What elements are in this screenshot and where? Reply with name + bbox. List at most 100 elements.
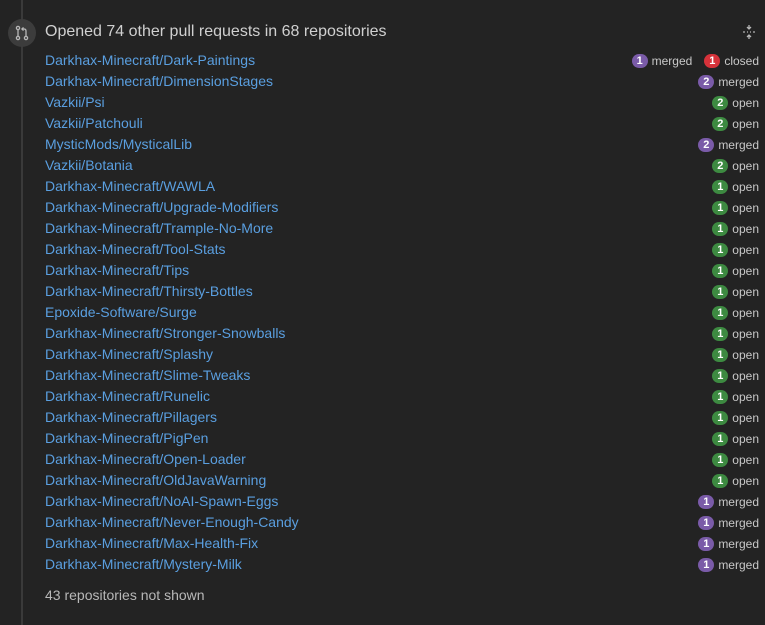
pr-state-group: 1 open: [700, 410, 759, 425]
pr-state-open: 1 open: [712, 221, 759, 236]
pr-state-open: 1 open: [712, 431, 759, 446]
hidden-repositories-note: 43 repositories not shown: [45, 587, 205, 603]
repository-link[interactable]: Darkhax-Minecraft/Open-Loader: [45, 449, 246, 470]
pr-count-badge: 2: [698, 137, 715, 152]
repository-link[interactable]: Darkhax-Minecraft/Splashy: [45, 344, 213, 365]
repository-link[interactable]: Epoxide-Software/Surge: [45, 302, 197, 323]
pr-state-label: open: [732, 473, 759, 488]
pr-count-badge: 1: [704, 53, 721, 68]
pr-state-group: 2 merged: [686, 137, 759, 152]
list-item: Darkhax-Minecraft/OldJavaWarning 1 open: [45, 470, 759, 491]
pr-state-open: 1 open: [712, 389, 759, 404]
pr-state-open: 1 open: [712, 179, 759, 194]
pr-state-label: open: [732, 284, 759, 299]
repository-link[interactable]: MysticMods/MysticalLib: [45, 134, 192, 155]
pr-state-group: 1 open: [700, 179, 759, 194]
repository-link[interactable]: Darkhax-Minecraft/Tool-Stats: [45, 239, 226, 260]
pr-count-badge: 1: [712, 305, 729, 320]
pr-state-label: merged: [718, 494, 759, 509]
pr-count-badge: 2: [712, 116, 729, 131]
pr-state-open: 1 open: [712, 410, 759, 425]
list-item: Darkhax-Minecraft/Pillagers 1 open: [45, 407, 759, 428]
pr-state-group: 1 open: [700, 305, 759, 320]
pr-state-label: merged: [651, 53, 693, 68]
pr-state-label: merged: [718, 74, 759, 89]
pr-state-group: 1 open: [700, 263, 759, 278]
pr-count-badge: 1: [712, 326, 729, 341]
pr-state-label: open: [732, 179, 759, 194]
repository-link[interactable]: Darkhax-Minecraft/WAWLA: [45, 176, 215, 197]
list-item: Vazkii/Psi 2 open: [45, 92, 759, 113]
pr-state-open: 1 open: [712, 368, 759, 383]
repository-link[interactable]: Darkhax-Minecraft/OldJavaWarning: [45, 470, 266, 491]
pr-state-group: 2 open: [700, 158, 759, 173]
pr-count-badge: 2: [712, 158, 729, 173]
list-item: Darkhax-Minecraft/DimensionStages 2 merged: [45, 71, 759, 92]
list-item: Darkhax-Minecraft/Trample-No-More 1 open: [45, 218, 759, 239]
pr-state-label: open: [732, 263, 759, 278]
pr-state-label: open: [732, 242, 759, 257]
pr-state-open: 1 open: [712, 347, 759, 362]
repository-link[interactable]: Darkhax-Minecraft/Mystery-Milk: [45, 554, 242, 575]
repository-list: Darkhax-Minecraft/Dark-Paintings 1 merged 1…: [45, 50, 759, 575]
pr-state-label: merged: [718, 557, 759, 572]
pr-state-open: 1 open: [712, 263, 759, 278]
pr-count-badge: 1: [712, 410, 729, 425]
activity-header-title: Opened 74 other pull requests in 68 repo…: [45, 23, 387, 40]
pr-state-label: open: [732, 116, 759, 131]
list-item: Darkhax-Minecraft/Never-Enough-Candy 1 mer…: [45, 512, 759, 533]
pr-state-closed: 1 closed: [704, 53, 759, 68]
list-item: Darkhax-Minecraft/NoAI-Spawn-Eggs 1 merged: [45, 491, 759, 512]
list-item: Darkhax-Minecraft/Stronger-Snowballs 1 ope…: [45, 323, 759, 344]
repository-link[interactable]: Darkhax-Minecraft/Slime-Tweaks: [45, 365, 250, 386]
pr-state-label: open: [732, 305, 759, 320]
repository-link[interactable]: Darkhax-Minecraft/PigPen: [45, 428, 208, 449]
pr-state-label: open: [732, 221, 759, 236]
repository-link[interactable]: Darkhax-Minecraft/Runelic: [45, 386, 210, 407]
pr-state-group: 1 open: [700, 221, 759, 236]
pr-state-label: open: [732, 410, 759, 425]
pr-state-open: 2 open: [712, 116, 759, 131]
pr-count-badge: 2: [698, 74, 715, 89]
repository-link[interactable]: Vazkii/Botania: [45, 155, 133, 176]
pr-state-group: 1 open: [700, 452, 759, 467]
list-item: MysticMods/MysticalLib 2 merged: [45, 134, 759, 155]
list-item: Epoxide-Software/Surge 1 open: [45, 302, 759, 323]
repository-link[interactable]: Darkhax-Minecraft/DimensionStages: [45, 71, 273, 92]
pr-state-group: 1 merged: [686, 494, 759, 509]
pr-state-group: 2 open: [700, 95, 759, 110]
repository-link[interactable]: Darkhax-Minecraft/NoAI-Spawn-Eggs: [45, 491, 278, 512]
pr-state-group: 2 merged: [686, 74, 759, 89]
repository-link[interactable]: Darkhax-Minecraft/Stronger-Snowballs: [45, 323, 285, 344]
pr-count-badge: 1: [712, 452, 729, 467]
pr-state-open: 1 open: [712, 452, 759, 467]
repository-link[interactable]: Darkhax-Minecraft/Never-Enough-Candy: [45, 512, 299, 533]
repository-link[interactable]: Darkhax-Minecraft/Pillagers: [45, 407, 217, 428]
unfold-icon[interactable]: [740, 23, 758, 41]
pr-count-badge: 1: [712, 431, 729, 446]
repository-link[interactable]: Darkhax-Minecraft/Tips: [45, 260, 189, 281]
pr-count-badge: 1: [712, 347, 729, 362]
pr-state-label: open: [732, 431, 759, 446]
repository-link[interactable]: Darkhax-Minecraft/Thirsty-Bottles: [45, 281, 253, 302]
pr-state-merged: 1 merged: [698, 557, 759, 572]
pr-state-open: 1 open: [712, 242, 759, 257]
list-item: Darkhax-Minecraft/Thirsty-Bottles 1 open: [45, 281, 759, 302]
repository-link[interactable]: Vazkii/Patchouli: [45, 113, 143, 134]
pr-count-badge: 1: [712, 200, 729, 215]
pr-count-badge: 1: [712, 263, 729, 278]
pr-state-group: 1 merged: [686, 515, 759, 530]
pr-state-label: open: [732, 347, 759, 362]
pr-state-group: 1 open: [700, 368, 759, 383]
pr-state-open: 2 open: [712, 95, 759, 110]
list-item: Darkhax-Minecraft/Mystery-Milk 1 merged: [45, 554, 759, 575]
list-item: Darkhax-Minecraft/WAWLA 1 open: [45, 176, 759, 197]
pr-state-group: 1 open: [700, 242, 759, 257]
pr-state-group: 1 open: [700, 200, 759, 215]
repository-link[interactable]: Darkhax-Minecraft/Upgrade-Modifiers: [45, 197, 278, 218]
repository-link[interactable]: Darkhax-Minecraft/Dark-Paintings: [45, 50, 255, 71]
pr-state-group: 1 open: [700, 326, 759, 341]
repository-link[interactable]: Vazkii/Psi: [45, 92, 105, 113]
repository-link[interactable]: Darkhax-Minecraft/Max-Health-Fix: [45, 533, 258, 554]
repository-link[interactable]: Darkhax-Minecraft/Trample-No-More: [45, 218, 273, 239]
